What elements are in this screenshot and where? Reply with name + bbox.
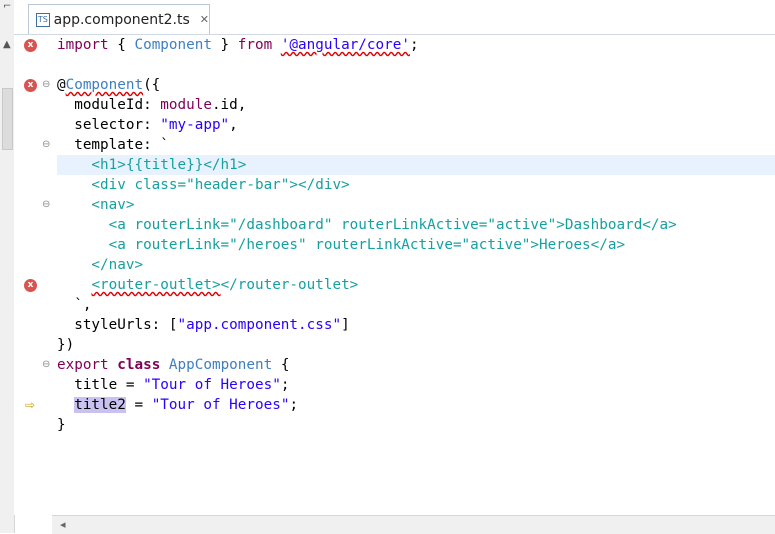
decorator-component: Component [65,77,144,93]
folding-ruler: ⊖ ⊖ ⊖ ⊖ [38,35,52,515]
string-selector: "my-app" [160,117,230,133]
field-title: title = [57,377,144,393]
code-line-17[interactable]: export class AppComponent { [57,355,775,375]
vertical-scrollbar-thumb[interactable] [2,88,13,150]
code-line-20[interactable]: } [57,415,775,435]
property-styleurls: styleUrls: [ [57,317,178,333]
template-router-outlet-close: </router-outlet> [220,277,359,293]
keyword-export: export [57,357,109,373]
property-template: template: ` [57,137,169,153]
fold-collapse-icon[interactable]: ⊖ [42,80,50,90]
tab-app-component2[interactable]: TS app.component2.ts ✕ [28,4,210,34]
identifier-component: Component [134,37,212,53]
punct: ; [409,37,419,53]
string-module-path: '@angular/core' [280,37,410,53]
keyword-class: class [117,357,161,373]
keyword-from: from [237,37,273,53]
tab-label: app.component2.ts [53,11,190,28]
close-icon[interactable]: ✕ [200,13,209,26]
decorator-at: @ [57,77,66,93]
template-div: <div class="header-bar"></div> [57,177,350,193]
class-name-appcomponent: AppComponent [168,357,273,373]
property-moduleid: moduleId: [57,97,161,113]
code-line-3[interactable]: @Component({ [57,75,775,95]
punct: , [229,117,238,133]
fold-collapse-icon[interactable]: ⊖ [42,140,50,150]
punct: } [57,417,66,433]
template-link-heroes: <a routerLink="/heroes" routerLinkActive… [57,237,626,253]
code-line-6[interactable]: template: ` [57,135,775,155]
field-title2-selected: title2 [74,397,126,413]
punct: { [272,357,290,373]
punct: ; [289,397,299,413]
code-line-8[interactable]: <div class="header-bar"></div> [57,175,775,195]
code-line-1[interactable]: import { Component } from '@angular/core… [57,35,775,55]
code-line-7-current[interactable]: <h1>{{title}}</h1> [57,155,775,175]
property-selector: selector: [57,117,161,133]
error-icon[interactable]: x [24,79,37,92]
punct: ; [280,377,290,393]
editor-tab-bar: TS app.component2.ts ✕ [14,0,775,35]
code-line-13[interactable]: <router-outlet></router-outlet> [57,275,775,295]
template-h1: <h1>{{title}}</h1> [57,157,247,173]
identifier-module: module [160,97,212,113]
annotation-ruler: x x x ⇨ [14,35,38,515]
error-icon[interactable]: x [24,279,37,292]
code-line-10[interactable]: <a routerLink="/dashboard" routerLinkAct… [57,215,775,235]
punct: { [108,37,135,53]
code-line-4[interactable]: moduleId: module.id, [57,95,775,115]
typescript-file-icon: TS [36,12,50,27]
error-icon[interactable]: x [24,39,37,52]
string-title-value: "Tour of Heroes" [143,377,281,393]
template-link-dashboard: <a routerLink="/dashboard" routerLinkAct… [57,217,677,233]
string-css-path: "app.component.css" [177,317,342,333]
code-line-12[interactable]: </nav> [57,255,775,275]
fold-collapse-icon[interactable]: ⊖ [42,360,50,370]
fold-collapse-icon[interactable]: ⊖ [42,200,50,210]
string-title2-value: "Tour of Heroes" [151,397,290,413]
code-line-16[interactable]: }) [57,335,775,355]
template-nav-close: </nav> [57,257,144,273]
code-line-11[interactable]: <a routerLink="/heroes" routerLinkActive… [57,235,775,255]
punct: .id, [211,97,247,113]
code-editor[interactable]: x x x ⇨ ⊖ ⊖ ⊖ ⊖ import { Component } fro… [14,35,775,515]
punct: = [125,397,152,413]
punct: ] [341,317,350,333]
template-end-backtick: ` [57,297,83,313]
template-nav-open: <nav> [57,197,135,213]
code-line-15[interactable]: styleUrls: ["app.component.css"] [57,315,775,335]
code-line-9[interactable]: <nav> [57,195,775,215]
scroll-left-icon[interactable]: ◂ [60,518,66,531]
code-line-5[interactable]: selector: "my-app", [57,115,775,135]
code-line-14[interactable]: `, [57,295,775,315]
punct: } [211,37,238,53]
punct: }) [57,337,75,353]
horizontal-scrollbar[interactable]: ◂ [52,515,775,534]
code-line-19[interactable]: title2 = "Tour of Heroes"; [57,395,775,415]
punct: ({ [143,77,161,93]
punct: , [82,297,92,313]
keyword-import: import [57,37,109,53]
code-line-18[interactable]: title = "Tour of Heroes"; [57,375,775,395]
strip-marker: ⌐ [3,1,12,12]
template-router-outlet-open: <router-outlet> [91,277,221,293]
debug-arrow-icon: ⇨ [25,398,36,412]
outline-strip: ⌐ ▲ ≡ [0,0,15,533]
scroll-up-icon[interactable]: ▲ [3,40,11,50]
code-lines[interactable]: import { Component } from '@angular/core… [57,35,775,515]
